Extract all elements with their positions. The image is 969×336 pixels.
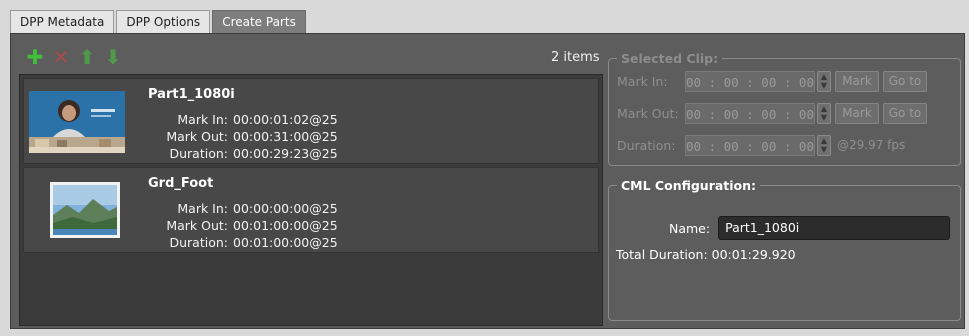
mark-in-value: 00:00:00:00@25 <box>233 201 338 216</box>
mark-in-label: Mark In: <box>177 201 228 216</box>
total-duration-value: 00:01:29.920 <box>711 247 796 262</box>
list-item[interactable]: Grd_Foot Mark In: 00:00:00:00@25 Mark Out… <box>23 167 599 253</box>
selected-clip-group: Selected Clip: Mark In: 00 : 00 : 00 : 0… <box>608 51 961 166</box>
mark-in-value: 00:00:01:02@25 <box>233 112 338 127</box>
chevron-down-icon: ▼ <box>820 144 828 154</box>
mark-out-timecode-field[interactable]: 00 : 00 : 00 : 00 <box>685 102 815 124</box>
selected-clip-title: Selected Clip: <box>621 51 719 66</box>
move-down-icon[interactable]: ⬇ <box>103 47 123 67</box>
add-icon[interactable]: ✚ <box>25 47 45 67</box>
clip-toolbar: ✚ ✕ ⬆ ⬇ <box>25 47 123 67</box>
duration-value: 00:00:29:23@25 <box>233 146 338 161</box>
duration-label: Duration: <box>169 146 228 161</box>
mark-out-label: Mark Out: <box>166 129 228 144</box>
mark-in-timecode-field[interactable]: 00 : 00 : 00 : 00 <box>685 70 815 92</box>
mark-in-label: Mark In: <box>617 73 668 89</box>
mark-out-value: 00:01:00:00@25 <box>233 218 338 233</box>
mark-in-goto-button[interactable]: Go to <box>883 70 927 92</box>
mark-out-spinner[interactable]: ▲ ▼ <box>817 102 831 124</box>
total-duration: Total Duration: 00:01:29.920 <box>616 247 796 262</box>
clip-list[interactable]: Part1_1080i Mark In: 00:00:01:02@25 Mark … <box>19 74 603 326</box>
item-count: 2 items <box>551 50 600 65</box>
list-item[interactable]: Part1_1080i Mark In: 00:00:01:02@25 Mark … <box>23 78 599 164</box>
mark-out-value: 00:00:31:00@25 <box>233 129 338 144</box>
tab-bar: DPP Metadata DPP Options Create Parts <box>10 10 308 34</box>
cml-configuration-title: CML Configuration: <box>621 178 757 193</box>
create-parts-panel: ✚ ✕ ⬆ ⬇ 2 items Part1_1080i Mark In: 00:… <box>10 33 965 329</box>
mark-out-goto-button[interactable]: Go to <box>883 102 927 124</box>
clip-details: Mark In: 00:00:01:02@25 Mark Out: 00:00:31… <box>142 111 338 162</box>
chevron-down-icon: ▼ <box>820 80 828 90</box>
mark-in-spinner[interactable]: ▲ ▼ <box>817 70 831 92</box>
duration-timecode-field[interactable]: 00 : 00 : 00 : 00 <box>685 134 815 156</box>
mark-out-mark-button[interactable]: Mark <box>835 102 879 124</box>
name-label: Name: <box>669 220 711 236</box>
delete-icon[interactable]: ✕ <box>51 47 71 67</box>
total-duration-label: Total Duration: <box>616 247 708 262</box>
mark-in-label: Mark In: <box>177 112 228 127</box>
clip-thumbnail <box>29 91 125 153</box>
clip-title: Grd_Foot <box>148 176 214 191</box>
chevron-down-icon: ▼ <box>820 112 828 122</box>
duration-label: Duration: <box>617 137 676 153</box>
move-up-icon[interactable]: ⬆ <box>77 47 97 67</box>
frame-rate-label: @29.97 fps <box>837 138 906 152</box>
clip-title: Part1_1080i <box>148 87 235 102</box>
mark-out-label: Mark Out: <box>617 105 679 121</box>
tab-dpp-metadata[interactable]: DPP Metadata <box>10 10 115 33</box>
name-input[interactable]: Part1_1080i <box>718 216 951 240</box>
mark-in-mark-button[interactable]: Mark <box>835 70 879 92</box>
mark-out-label: Mark Out: <box>166 218 228 233</box>
chevron-up-icon: ▲ <box>820 103 828 113</box>
clip-thumbnail <box>50 182 120 238</box>
chevron-up-icon: ▲ <box>820 71 828 81</box>
tab-dpp-options[interactable]: DPP Options <box>116 10 211 33</box>
duration-value: 00:01:00:00@25 <box>233 235 338 250</box>
duration-spinner[interactable]: ▲ ▼ <box>817 134 831 156</box>
chevron-up-icon: ▲ <box>820 135 828 145</box>
cml-configuration-group: CML Configuration: Name: Part1_1080i Tot… <box>608 178 961 321</box>
clip-details: Mark In: 00:00:00:00@25 Mark Out: 00:01:00… <box>142 200 338 251</box>
tab-create-parts[interactable]: Create Parts <box>212 10 306 34</box>
duration-label: Duration: <box>169 235 228 250</box>
